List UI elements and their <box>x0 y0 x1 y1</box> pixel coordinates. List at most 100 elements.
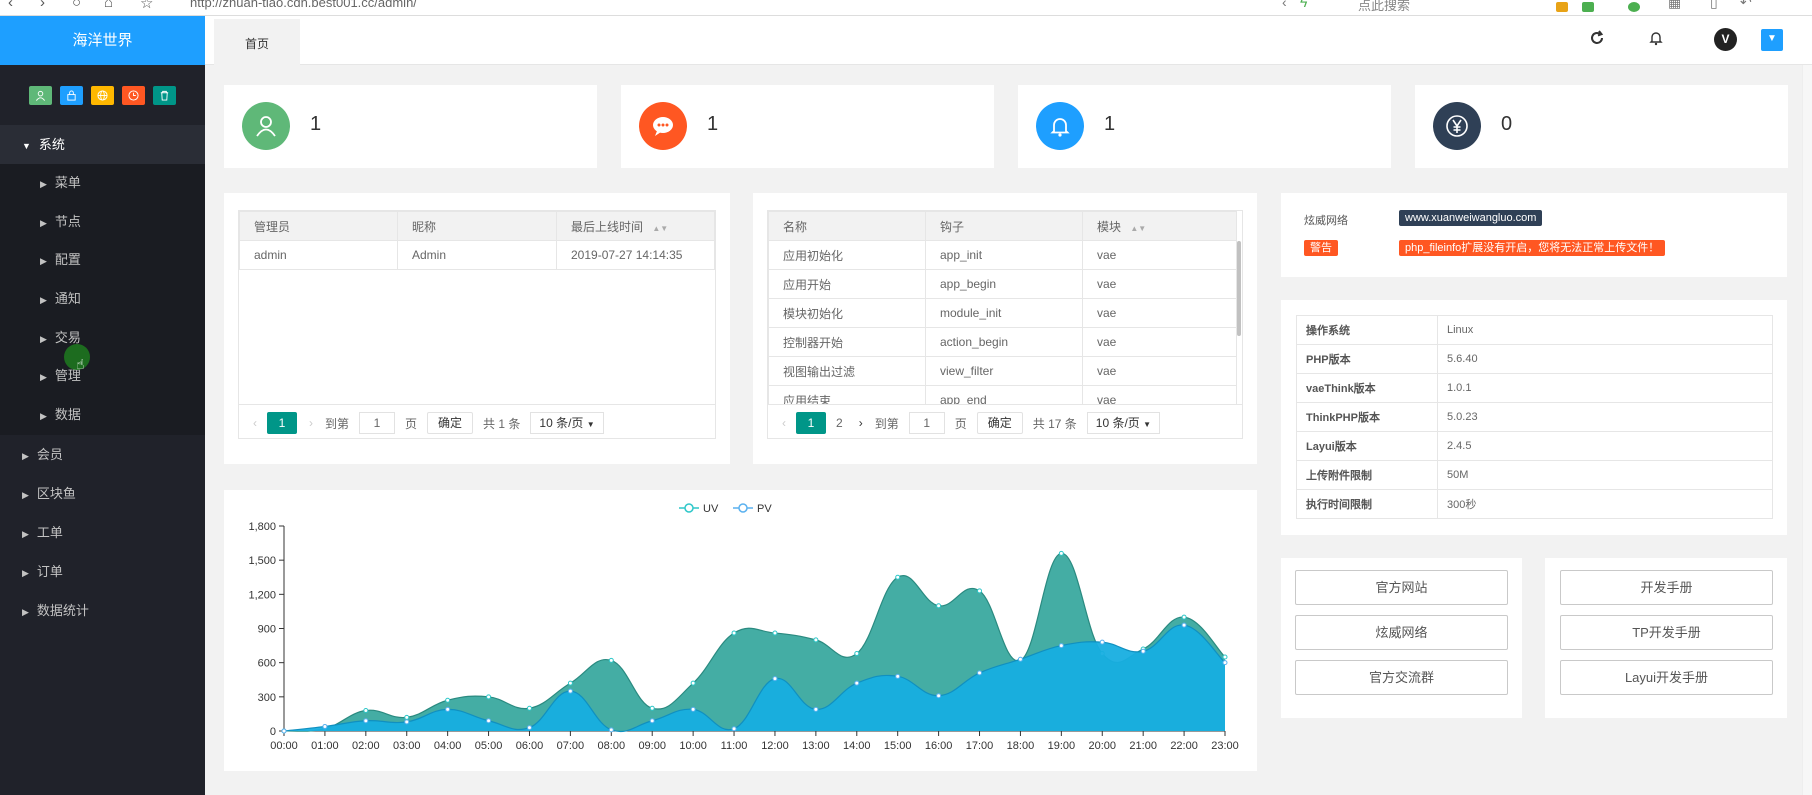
table-row[interactable]: 应用开始 app_begin vae <box>768 269 1237 299</box>
brand-url-badge[interactable]: www.xuanweiwangluo.com <box>1399 210 1543 226</box>
bell-icon <box>1036 102 1084 150</box>
extension-icon[interactable] <box>1556 2 1568 12</box>
back-icon[interactable]: ‹ <box>8 0 13 11</box>
globe-icon[interactable] <box>91 85 114 105</box>
data-point <box>322 723 328 729</box>
page-scrollbar[interactable] <box>1802 65 1812 795</box>
data-point <box>731 630 737 636</box>
user-icon[interactable] <box>29 85 52 105</box>
chevron-down-icon[interactable]: ▼ <box>1761 29 1783 51</box>
table-cell: module_init <box>925 298 1083 328</box>
page-2[interactable]: 2 <box>836 416 843 430</box>
sysinfo-row: vaeThink版本 1.0.1 <box>1296 373 1773 403</box>
page-current[interactable]: 1 <box>796 412 826 434</box>
url-bar[interactable]: http://zhuan-tiao.cdn.best001.cc/admin/ <box>190 0 417 10</box>
confirm-button[interactable]: 确定 <box>427 412 474 434</box>
refresh-icon[interactable] <box>1589 30 1605 51</box>
admin-table: 管理员 昵称 最后上线时间 ▲▼ admin Admin 2019-07-27 … <box>239 211 715 270</box>
goto-page-input[interactable]: 1 <box>359 412 396 434</box>
stat-value: 1 <box>1104 113 1116 135</box>
sidebar-item-label: 交易 <box>54 329 81 345</box>
table-scrollbar[interactable] <box>1237 241 1241 336</box>
column-header[interactable]: 管理员 <box>239 211 398 241</box>
table-row[interactable]: 视图输出过滤 view_filter vae <box>768 356 1237 386</box>
hook-table-scroll[interactable]: 名称 钩子 模块 ▲▼ 应用初始化 app_init vae 应用开始 app_begi… <box>768 211 1242 404</box>
sidebar-group[interactable]: ▶ 订单 <box>0 552 205 591</box>
table-row[interactable]: admin Admin 2019-07-27 14:14:35 <box>239 240 715 270</box>
sidebar-item[interactable]: ▶ 配置 <box>0 241 205 280</box>
sidebar-group[interactable]: ▶ 区块鱼 <box>0 474 205 513</box>
phone-icon[interactable]: ▯ <box>1710 0 1718 11</box>
sidebar-group[interactable]: ▼ 系统 <box>0 125 205 164</box>
home-icon[interactable]: ⌂ <box>104 0 113 11</box>
clock-icon[interactable] <box>122 85 145 105</box>
sidebar-group[interactable]: ▶ 会员 <box>0 435 205 474</box>
lock-icon[interactable] <box>60 85 83 105</box>
avatar[interactable]: V <box>1714 28 1737 51</box>
next-page-icon[interactable]: › <box>859 416 863 430</box>
sort-icon[interactable]: ▲▼ <box>1130 224 1146 233</box>
column-header[interactable]: 名称 <box>768 211 926 241</box>
sidebar-item[interactable]: ▶ 通知 <box>0 280 205 319</box>
sidebar-item[interactable]: ▶ 管理 <box>0 357 205 396</box>
data-point <box>690 680 696 686</box>
browser-search-input[interactable]: 点此搜索 <box>1358 0 1538 14</box>
table-row[interactable]: 控制器开始 action_begin vae <box>768 327 1237 357</box>
link-layui-manual[interactable]: Layui开发手册 <box>1560 660 1773 695</box>
x-tick-label: 19:00 <box>1048 740 1076 752</box>
column-header[interactable]: 昵称 <box>397 211 557 241</box>
caret-right-icon: ▶ <box>22 567 29 578</box>
page-current[interactable]: 1 <box>267 412 297 434</box>
data-point <box>854 680 860 686</box>
share-icon[interactable]: ‹ <box>1282 0 1287 10</box>
data-point <box>1222 660 1228 666</box>
sidebar-item[interactable]: ▶ 菜单 <box>0 164 205 203</box>
x-tick-label: 00:00 <box>270 740 298 752</box>
extension-icon[interactable] <box>1582 2 1594 12</box>
table-cell: vae <box>1082 240 1237 270</box>
table-row[interactable]: 应用初始化 app_init vae <box>768 240 1237 270</box>
bell-icon[interactable] <box>1648 30 1664 51</box>
link-dev-manual[interactable]: 开发手册 <box>1560 570 1773 605</box>
next-page-icon[interactable]: › <box>309 416 313 430</box>
sidebar-group-label: 会员 <box>36 446 63 462</box>
reload-icon[interactable]: ○ <box>72 0 81 11</box>
link-community[interactable]: 官方交流群 <box>1295 660 1508 695</box>
confirm-button[interactable]: 确定 <box>976 412 1023 434</box>
sidebar-item[interactable]: ▶ 交易 <box>0 319 205 358</box>
table-row[interactable]: 模块初始化 module_init vae <box>768 298 1237 328</box>
sysinfo-key: Layui版本 <box>1296 431 1438 461</box>
extension-icon[interactable] <box>1628 2 1640 12</box>
table-row[interactable]: 应用结束 app_end vae <box>768 385 1237 404</box>
column-header[interactable]: 模块 ▲▼ <box>1082 211 1237 241</box>
sidebar-group[interactable]: ▶ 工单 <box>0 513 205 552</box>
link-tp-manual[interactable]: TP开发手册 <box>1560 615 1773 650</box>
sysinfo-table: 操作系统 Linux PHP版本 5.6.40 vaeThink版本 1.0.1 Think… <box>1296 315 1773 519</box>
forward-icon[interactable]: › <box>40 0 45 11</box>
trash-icon[interactable] <box>153 85 176 105</box>
lightning-icon[interactable]: ϟ <box>1300 0 1307 10</box>
sidebar-item[interactable]: ▶ 节点 <box>0 203 205 242</box>
column-header[interactable]: 最后上线时间 ▲▼ <box>556 211 715 241</box>
column-header[interactable]: 钩子 <box>925 211 1083 241</box>
link-official-site[interactable]: 官方网站 <box>1295 570 1508 605</box>
per-page-select[interactable]: 10 条/页 ▼ <box>1086 412 1161 434</box>
per-page-value: 10 条/页 <box>539 416 584 430</box>
link-xuanwei[interactable]: 炫威网络 <box>1295 615 1508 650</box>
grid-icon[interactable]: ▦ <box>1668 0 1681 11</box>
data-point <box>1181 622 1187 628</box>
undo-icon[interactable]: ↶ <box>1740 0 1752 11</box>
data-point <box>567 688 573 694</box>
tab-home[interactable]: 首页 <box>214 19 300 65</box>
goto-page-input[interactable]: 1 <box>908 412 945 434</box>
data-point <box>936 693 942 699</box>
star-icon[interactable]: ☆ <box>140 0 153 12</box>
prev-page-icon[interactable]: ‹ <box>253 416 257 430</box>
sidebar-item[interactable]: ▶ 数据 <box>0 396 205 435</box>
legend-marker <box>738 503 748 513</box>
sidebar-group[interactable]: ▶ 数据统计 <box>0 591 205 630</box>
caret-right-icon: ▶ <box>40 256 47 267</box>
per-page-select[interactable]: 10 条/页 ▼ <box>530 412 604 434</box>
prev-page-icon[interactable]: ‹ <box>782 416 786 430</box>
sort-icon[interactable]: ▲▼ <box>652 224 668 233</box>
